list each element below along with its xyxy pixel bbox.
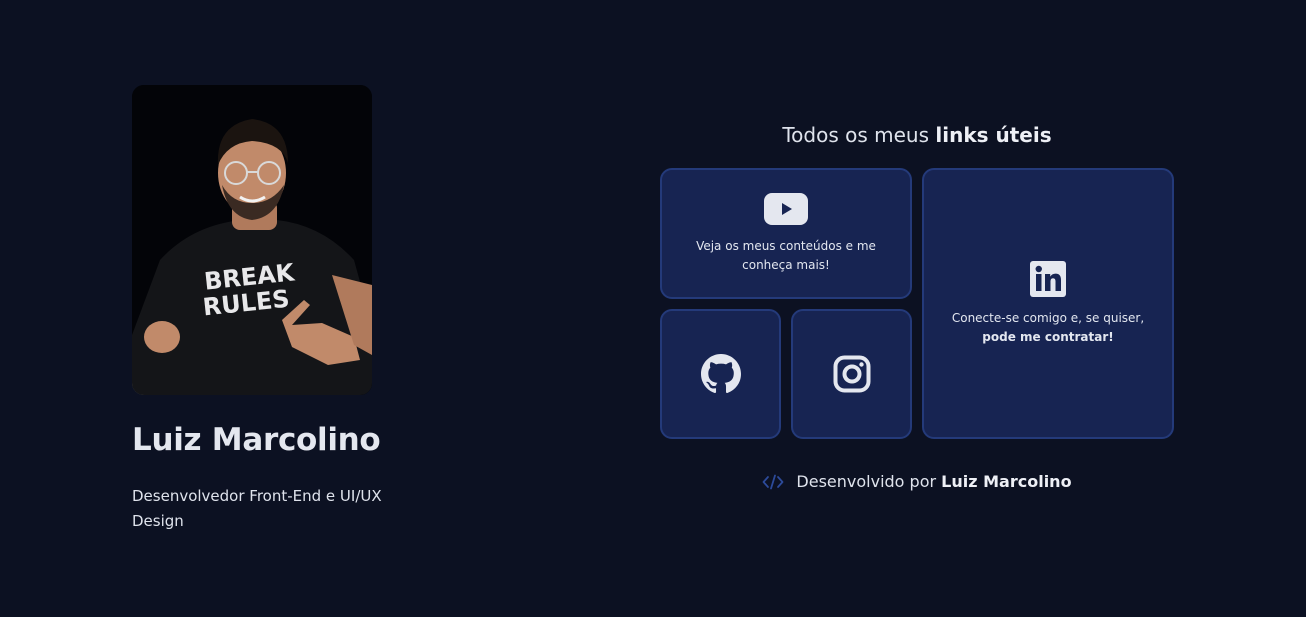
youtube-icon [764, 192, 808, 225]
code-icon [763, 474, 784, 489]
instagram-icon [833, 355, 870, 393]
links-title: Todos os meus links úteis [660, 123, 1174, 147]
instagram-link-card[interactable] [791, 309, 912, 439]
page: BREAK RULES Luiz Marcolino Desenvolvedor… [0, 0, 1306, 617]
links-title-prefix: Todos os meus [782, 123, 936, 147]
linkedin-link-card[interactable]: Conecte-se comigo e, se quiser, pode me … [922, 168, 1174, 439]
linkedin-icon [1030, 260, 1066, 297]
youtube-card-text: Veja os meus conteúdos e me conheça mais… [696, 238, 876, 272]
footer-prefix: Desenvolvido por [796, 472, 942, 491]
profile-name: Luiz Marcolino [132, 422, 381, 458]
linkedin-card-text: Conecte-se comigo e, se quiser, pode me … [933, 309, 1163, 347]
footer-credit: Desenvolvido por Luiz Marcolino [660, 472, 1174, 491]
linkedin-card-text-regular: Conecte-se comigo e, se quiser, [951, 310, 1145, 325]
profile-role: Desenvolvedor Front-End e UI/UX Design [132, 487, 382, 530]
links-title-bold: links úteis [935, 123, 1052, 147]
footer-author: Luiz Marcolino [941, 472, 1072, 491]
github-link-card[interactable] [660, 309, 781, 439]
profile-photo: BREAK RULES [132, 85, 372, 395]
github-icon [700, 354, 741, 394]
linkedin-card-text-bold: pode me contratar! [982, 329, 1114, 344]
youtube-link-card[interactable]: Veja os meus conteúdos e me conheça mais… [660, 168, 912, 299]
